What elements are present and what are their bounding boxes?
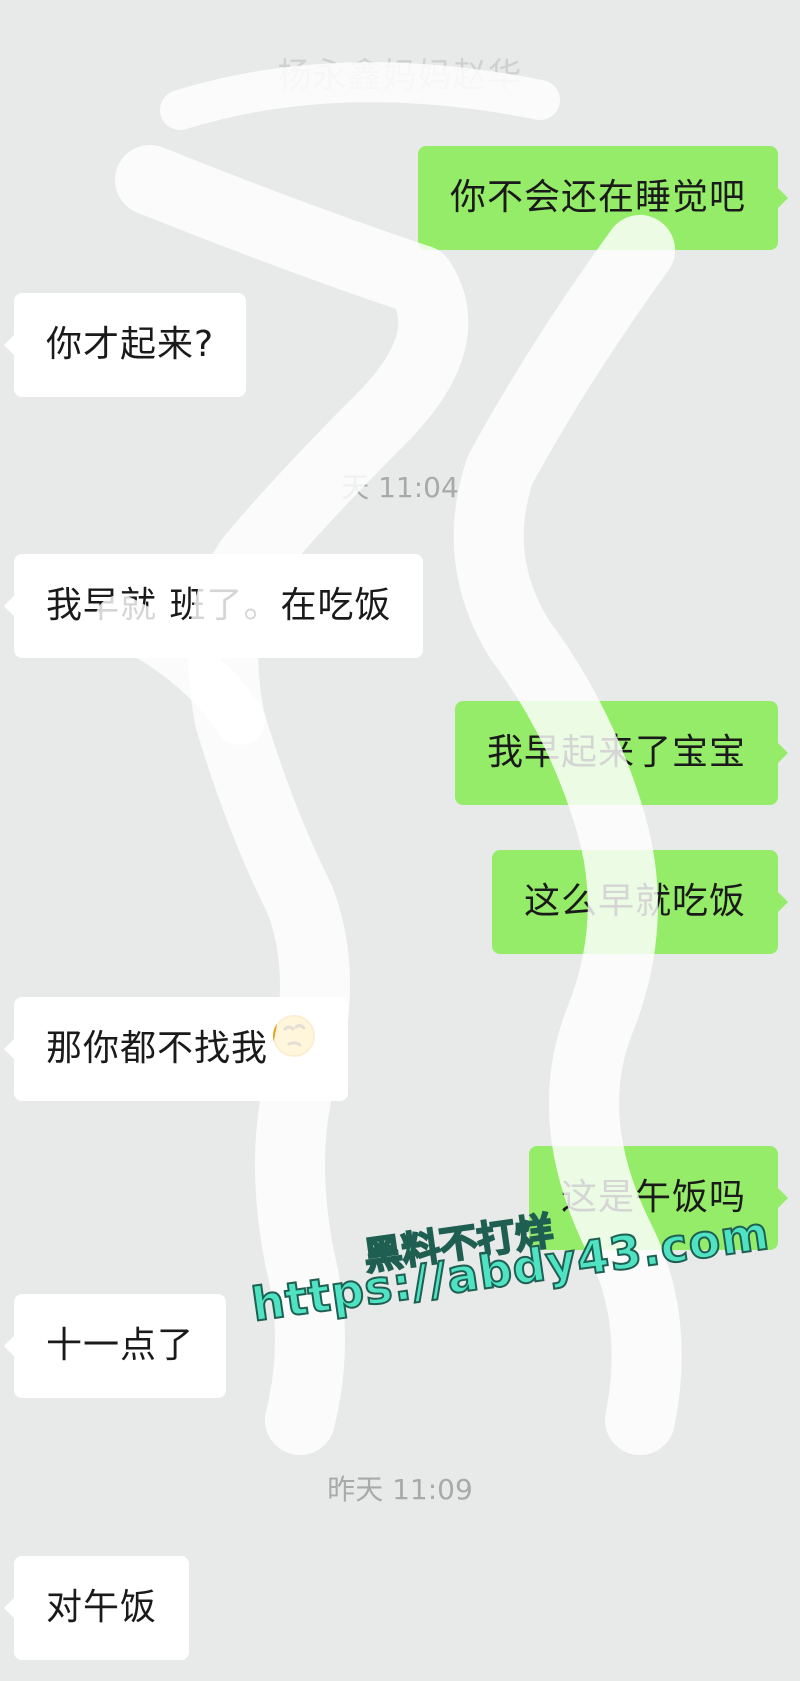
scribble-overlay [95,62,682,1455]
message-bubble-incoming[interactable]: 你才起来? [3,293,247,397]
message-bubble-outgoing[interactable]: 你不会还在睡觉吧 [417,146,789,250]
message-bubble-incoming[interactable]: 我早就 班了。在吃饭 [3,554,424,658]
message-text: 那你都不找我 [46,1028,269,1069]
message-bubble-incoming[interactable]: 十一点了 [3,1294,227,1398]
message-bubble-outgoing[interactable]: 我早起来了宝宝 [454,701,789,805]
message-timestamp: 天 11:04 [341,471,459,504]
chat-title: 杨永鑫妈妈赵华 [277,56,523,96]
message-timestamp: 昨天 11:09 [327,1473,473,1506]
message-bubble-outgoing[interactable]: 这么早就吃饭 [491,850,789,954]
message-bubble-incoming[interactable]: 对午饭 [3,1556,190,1660]
thinking-face-emoji [272,995,316,1099]
chat-window: 杨永鑫妈妈赵华 你不会还在睡觉吧 你才起来? 天 11:04 我早就 班了。在吃… [0,0,800,1681]
message-bubble-incoming[interactable]: 那你都不找我 [3,995,349,1101]
